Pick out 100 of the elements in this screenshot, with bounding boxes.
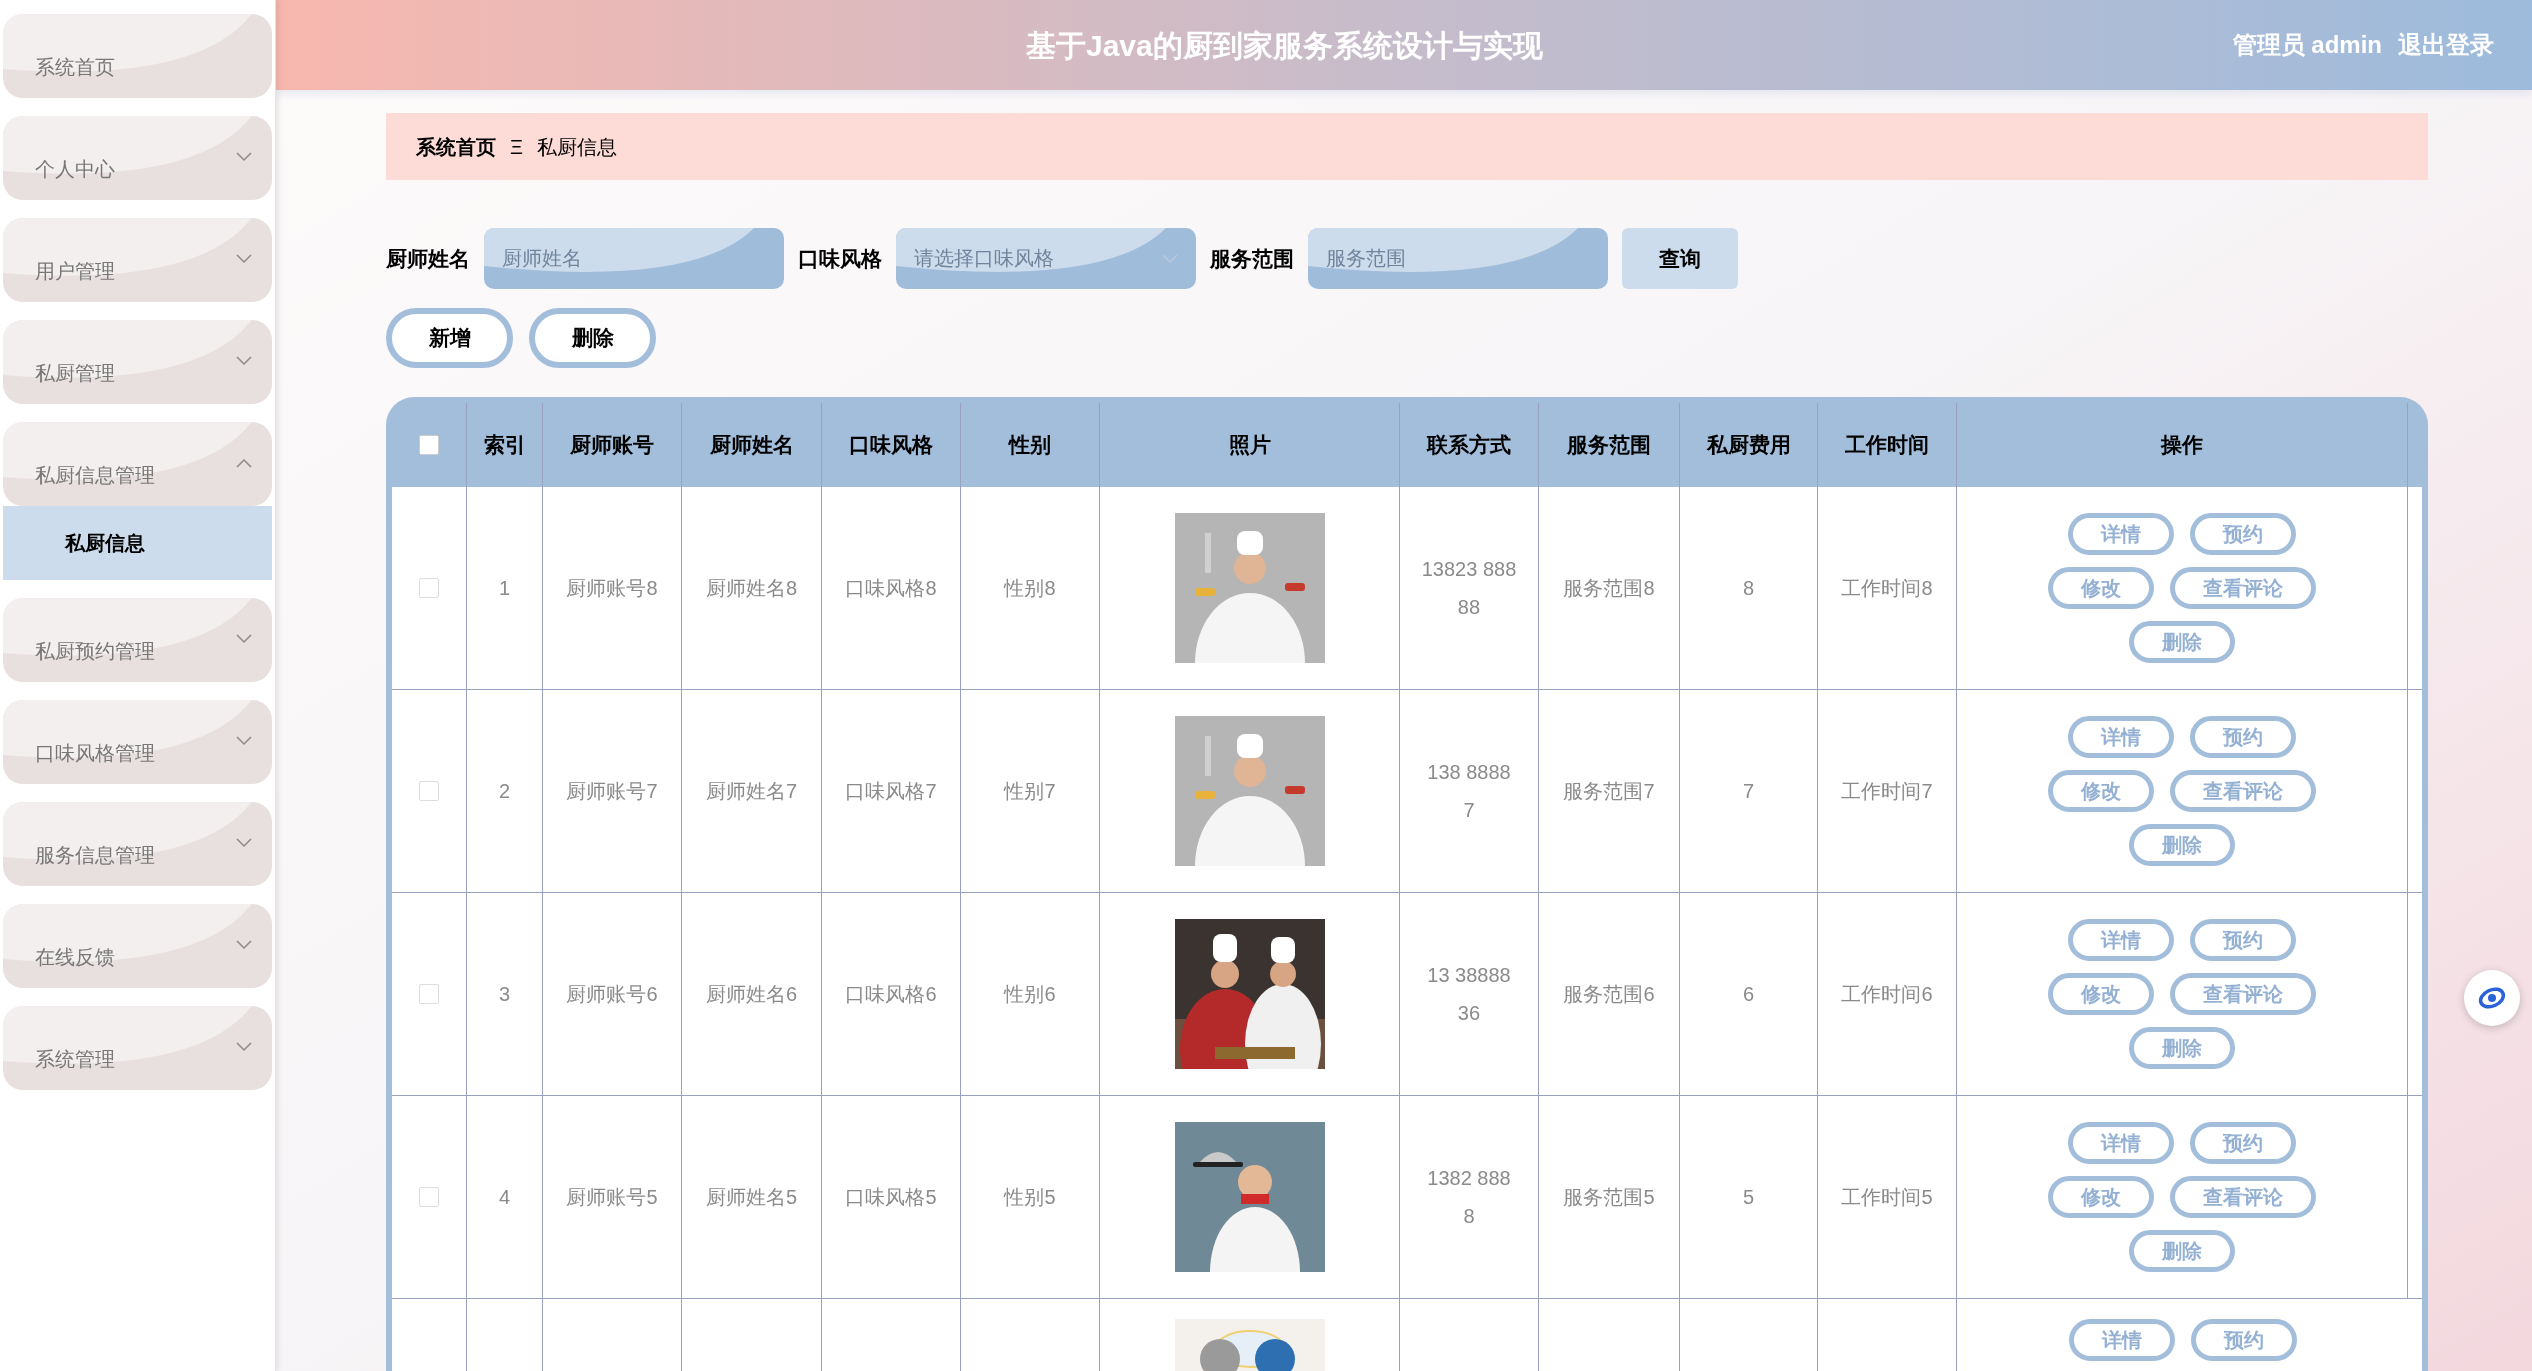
column-header: 工作时间 xyxy=(1845,432,1929,459)
breadcrumb-separator: Ξ xyxy=(510,134,523,160)
field-label: 厨师姓名 xyxy=(386,245,470,272)
table-cell-text: 性别8 xyxy=(1004,576,1056,601)
table-cell-text: 厨师账号7 xyxy=(566,779,658,804)
table-cell-text: 工作时间8 xyxy=(1841,576,1933,601)
action-button[interactable]: 修改 xyxy=(2048,973,2154,1015)
action-button[interactable]: 查看评论 xyxy=(2170,567,2316,609)
action-button[interactable]: 查看评论 xyxy=(2170,973,2316,1015)
sidebar-item[interactable]: 个人中心 xyxy=(3,116,272,200)
action-button[interactable]: 删除 xyxy=(2129,824,2235,866)
sidebar-item[interactable]: 系统首页 xyxy=(3,14,272,98)
column-header: 照片 xyxy=(1228,432,1271,459)
action-button[interactable]: 详情 xyxy=(2068,1319,2175,1361)
sidebar-item[interactable]: 私厨信息管理 xyxy=(3,422,272,506)
column-header: 私厨费用 xyxy=(1706,432,1791,459)
toolbar-button[interactable]: 删除 xyxy=(529,308,656,368)
table-cell-text: 性别5 xyxy=(1004,1185,1056,1210)
action-button[interactable]: 详情 xyxy=(2068,919,2174,961)
table-cell-text: 厨师姓名5 xyxy=(705,1185,798,1210)
action-button[interactable]: 修改 xyxy=(2048,770,2154,812)
table-cell-text: 8 xyxy=(1463,1204,1475,1229)
input-field[interactable]: 服务范围 xyxy=(1308,228,1608,289)
sidebar-item[interactable]: 私厨预约管理 xyxy=(3,598,272,682)
table-cell-text: 口味风格6 xyxy=(845,982,937,1007)
column-header: 口味风格 xyxy=(849,432,933,459)
row-checkbox[interactable] xyxy=(419,578,439,598)
table-cell-text: 7 xyxy=(1742,779,1755,804)
action-button[interactable]: 查看评论 xyxy=(2170,1176,2316,1218)
action-button[interactable]: 预约 xyxy=(2190,716,2296,758)
table-cell-text: 厨师账号8 xyxy=(566,576,658,601)
table-cell-text: 工作时间6 xyxy=(1841,982,1933,1007)
breadcrumb-link[interactable]: 系统首页 xyxy=(416,131,496,162)
action-button[interactable]: 删除 xyxy=(2129,1027,2235,1069)
table-cell-text: 厨师姓名8 xyxy=(705,576,798,601)
logout-link[interactable]: 退出登录 xyxy=(2398,27,2494,63)
table-cell-text: 3 xyxy=(498,982,511,1007)
action-button[interactable]: 查看评论 xyxy=(2170,770,2316,812)
table-cell-text: 13 38888 xyxy=(1427,963,1511,988)
action-button[interactable]: 预约 xyxy=(2190,919,2296,961)
table-cell-text: 服务范围5 xyxy=(1563,1185,1655,1210)
table-cell-text: 口味风格5 xyxy=(845,1185,937,1210)
table-cell-text: 5 xyxy=(1742,1185,1755,1210)
sidebar-subitem[interactable]: 私厨信息 xyxy=(3,506,272,580)
input-field[interactable]: 厨师姓名 xyxy=(484,228,784,289)
sidebar-item[interactable]: 口味风格管理 xyxy=(3,700,272,784)
select-field[interactable]: 请选择口味风格 xyxy=(896,228,1196,289)
row-checkbox[interactable] xyxy=(419,984,439,1004)
column-header: 性别 xyxy=(1009,432,1051,459)
query-button[interactable]: 查询 xyxy=(1622,228,1738,289)
action-button[interactable]: 删除 xyxy=(2129,1230,2235,1272)
table-cell-text: 服务范围7 xyxy=(1563,779,1655,804)
column-header: 厨师账号 xyxy=(570,432,654,459)
floating-assistant-button[interactable] xyxy=(2464,970,2520,1026)
table-cell-text: 厨师姓名6 xyxy=(705,982,798,1007)
user-label: 管理员 admin xyxy=(2232,30,2382,60)
table-cell-text: 厨师账号5 xyxy=(566,1185,658,1210)
field-label: 口味风格 xyxy=(798,245,882,272)
table-cell-text: 性别7 xyxy=(1004,779,1056,804)
column-header: 联系方式 xyxy=(1427,432,1511,459)
sidebar-item[interactable]: 在线反馈 xyxy=(3,904,272,988)
table-cell-text: 4 xyxy=(498,1185,511,1210)
table-cell-text: 1 xyxy=(498,576,511,601)
sidebar-item[interactable]: 系统管理 xyxy=(3,1006,272,1090)
app-title: 基于Java的厨到家服务系统设计与实现 xyxy=(1024,27,1544,64)
table-cell-text: 88 xyxy=(1457,595,1481,620)
action-button[interactable]: 详情 xyxy=(2068,1122,2174,1164)
row-checkbox[interactable] xyxy=(419,781,439,801)
table-cell-text: 工作时间7 xyxy=(1841,779,1933,804)
chevron-down-icon xyxy=(1162,253,1178,264)
table-cell-text: 13823 888 xyxy=(1421,557,1517,582)
table-cell-text: 厨师姓名7 xyxy=(705,779,798,804)
action-button[interactable]: 删除 xyxy=(2129,621,2235,663)
toolbar-button[interactable]: 新增 xyxy=(386,308,513,368)
action-button[interactable]: 详情 xyxy=(2068,513,2174,555)
column-header: 操作 xyxy=(2161,432,2203,459)
breadcrumb-current: 私厨信息 xyxy=(537,134,617,160)
action-button[interactable]: 预约 xyxy=(2190,1319,2297,1361)
table-cell-text: 138 8888 xyxy=(1427,760,1511,785)
action-button[interactable]: 修改 xyxy=(2048,567,2154,609)
table-cell-text: 36 xyxy=(1457,1001,1481,1026)
field-label: 服务范围 xyxy=(1210,245,1294,272)
select-all-checkbox[interactable] xyxy=(419,435,439,455)
column-header: 厨师姓名 xyxy=(709,432,794,459)
column-header: 索引 xyxy=(483,432,526,459)
table-cell-text: 6 xyxy=(1742,982,1755,1007)
sidebar-item[interactable]: 用户管理 xyxy=(3,218,272,302)
action-button[interactable]: 详情 xyxy=(2068,716,2174,758)
table-cell-text: 1382 888 xyxy=(1427,1166,1511,1191)
action-button[interactable]: 预约 xyxy=(2190,1122,2296,1164)
table-cell-text: 性别6 xyxy=(1004,982,1056,1007)
row-checkbox[interactable] xyxy=(419,1187,439,1207)
action-button[interactable]: 预约 xyxy=(2190,513,2296,555)
table-cell-text: 口味风格7 xyxy=(845,779,937,804)
sidebar-item[interactable]: 私厨管理 xyxy=(3,320,272,404)
sidebar-item[interactable]: 服务信息管理 xyxy=(3,802,272,886)
table-cell-text: 服务范围6 xyxy=(1563,982,1655,1007)
action-button[interactable]: 修改 xyxy=(2048,1176,2154,1218)
table-cell-text: 2 xyxy=(498,779,511,804)
table-cell-text: 工作时间5 xyxy=(1841,1185,1933,1210)
